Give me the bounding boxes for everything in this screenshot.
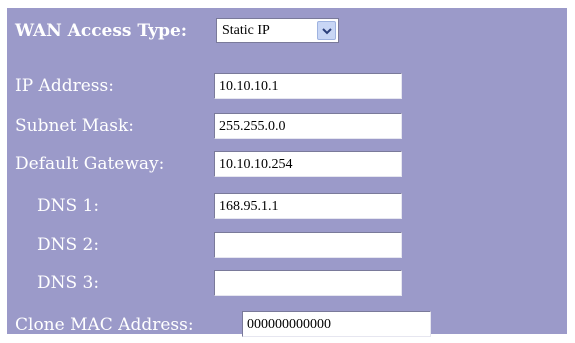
clone-mac-address-field[interactable]: 000000000000 <box>242 311 431 337</box>
wan-settings-panel: WAN Access Type: Static IP IP Address: 1… <box>7 8 567 337</box>
ip-address-field[interactable]: 10.10.10.1 <box>214 73 402 99</box>
dropdown-button[interactable] <box>317 21 336 40</box>
clone-mac-address-label: Clone MAC Address: <box>15 315 194 335</box>
ip-address-label: IP Address: <box>15 76 114 96</box>
dns3-field[interactable] <box>214 270 402 296</box>
wan-access-type-value: Static IP <box>222 23 270 38</box>
default-gateway-label: Default Gateway: <box>15 154 165 174</box>
dns2-label: DNS 2: <box>37 235 100 255</box>
dns3-label: DNS 3: <box>37 273 100 293</box>
default-gateway-field[interactable]: 10.10.10.254 <box>214 151 402 177</box>
subnet-mask-field[interactable]: 255.255.0.0 <box>214 113 402 139</box>
chevron-down-icon <box>322 28 332 35</box>
wan-access-type-label: WAN Access Type: <box>15 21 188 41</box>
subnet-mask-label: Subnet Mask: <box>15 116 135 136</box>
dns1-field[interactable]: 168.95.1.1 <box>214 193 402 219</box>
dns1-label: DNS 1: <box>37 196 100 216</box>
wan-access-type-select[interactable]: Static IP <box>216 18 339 43</box>
dns2-field[interactable] <box>214 232 402 258</box>
